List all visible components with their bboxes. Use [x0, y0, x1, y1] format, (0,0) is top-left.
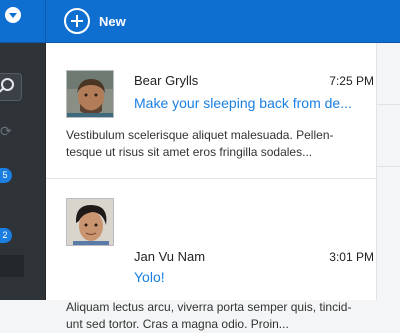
message-time: 3:01 PM: [329, 250, 374, 264]
message-subject[interactable]: Yolo!: [134, 269, 372, 285]
message-preview: Vestibulum scelerisque aliquet malesuada…: [66, 127, 366, 161]
message-sender: Bear Grylls: [134, 73, 199, 88]
avatar-photo: [67, 71, 113, 117]
avatar: [66, 198, 114, 246]
sidebar-item-selected[interactable]: [0, 255, 24, 277]
reading-pane: [377, 43, 400, 300]
message-list: Bear Grylls 7:25 PM Make your sleeping b…: [46, 43, 377, 331]
new-message-button[interactable]: New: [64, 6, 126, 36]
reading-pane-rule: [377, 104, 400, 105]
plus-circle-icon: [64, 8, 90, 34]
message-preview: Aliquam lectus arcu, viverra porta sempe…: [66, 299, 366, 333]
message-subject[interactable]: Make your sleeping back from de...: [134, 95, 372, 111]
account-dropdown-button[interactable]: [0, 5, 22, 25]
new-button-label: New: [99, 13, 126, 29]
message-preview-line: tesque ut risus sit amet eros fringilla …: [66, 145, 313, 159]
message-preview-line: Aliquam lectus arcu, viverra porta sempe…: [66, 300, 352, 314]
avatar-photo: [67, 199, 113, 245]
unread-count-badge[interactable]: 2: [0, 228, 12, 243]
reading-pane-rule: [377, 166, 400, 167]
toolbar-divider: [45, 0, 46, 42]
search-button[interactable]: [0, 73, 22, 101]
list-item[interactable]: Bear Grylls 7:25 PM Make your sleeping b…: [46, 43, 376, 178]
message-time: 7:25 PM: [329, 74, 374, 88]
avatar: [66, 70, 114, 118]
sidebar: ⟳ 5 2: [0, 43, 46, 300]
unread-count-badge[interactable]: 5: [0, 168, 12, 183]
dropdown-arrow: [9, 13, 17, 18]
top-toolbar: New: [0, 0, 400, 43]
message-preview-line: unt sed tortor. Cras a magna odio. Proin…: [66, 317, 289, 331]
message-preview-line: Vestibulum scelerisque aliquet malesuada…: [66, 128, 334, 142]
refresh-icon[interactable]: ⟳: [0, 124, 12, 138]
message-sender: Jan Vu Nam: [134, 249, 206, 264]
list-item[interactable]: Jan Vu Nam 3:01 PM Yolo! Aliquam lectus …: [46, 179, 376, 331]
